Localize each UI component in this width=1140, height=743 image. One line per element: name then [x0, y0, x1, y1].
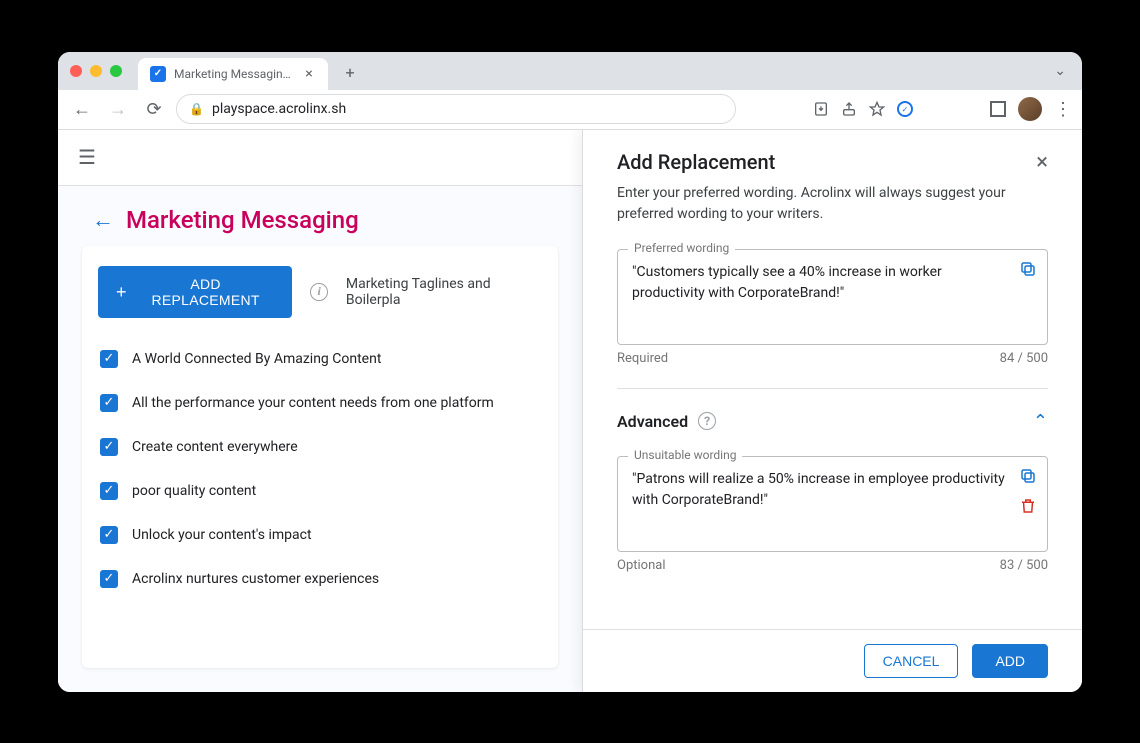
checkbox-icon[interactable]: ✓	[100, 394, 118, 412]
panel-header: Add Replacement ×	[617, 150, 1048, 175]
unsuitable-wording-meta: Optional 83 / 500	[617, 558, 1048, 573]
preferred-wording-field[interactable]: Preferred wording "Customers typically s…	[617, 249, 1048, 345]
card-toolbar: + ADD REPLACEMENT i Marketing Taglines a…	[98, 266, 542, 318]
browser-tab[interactable]: ✓ Marketing Messaging - Reuse ×	[138, 58, 328, 90]
help-icon[interactable]: ?	[698, 412, 716, 430]
content-area: ☰ ← Marketing Messaging + ADD REPLACEMEN…	[58, 130, 1082, 692]
bookmark-icon[interactable]	[869, 101, 885, 117]
tab-title: Marketing Messaging - Reuse	[174, 67, 294, 81]
checkbox-icon[interactable]: ✓	[100, 526, 118, 544]
list-item-label: Create content everywhere	[132, 439, 298, 455]
unsuitable-wording-legend: Unsuitable wording	[628, 448, 742, 462]
panel-title: Add Replacement	[617, 150, 775, 174]
panel-content: Add Replacement × Enter your preferred w…	[583, 130, 1082, 629]
more-menu-icon[interactable]: ⋮	[1054, 99, 1072, 120]
nav-reload-button[interactable]: ⟳	[140, 95, 168, 123]
unsuitable-wording-field[interactable]: Unsuitable wording "Patrons will realize…	[617, 456, 1048, 552]
back-arrow-icon[interactable]: ←	[92, 207, 114, 233]
toolbar-right: ⋮	[990, 97, 1072, 121]
checkbox-icon[interactable]: ✓	[100, 482, 118, 500]
copy-icon[interactable]	[1019, 467, 1037, 485]
preferred-wording-legend: Preferred wording	[628, 241, 735, 255]
list-item[interactable]: ✓ Create content everywhere	[100, 438, 540, 456]
panel-footer: CANCEL ADD	[583, 629, 1082, 692]
side-panel: Add Replacement × Enter your preferred w…	[582, 130, 1082, 692]
nav-back-button[interactable]: ←	[68, 95, 96, 123]
checkbox-icon[interactable]: ✓	[100, 570, 118, 588]
checkbox-icon[interactable]: ✓	[100, 438, 118, 456]
list-item-label: A World Connected By Amazing Content	[132, 351, 381, 367]
main-column: ☰ ← Marketing Messaging + ADD REPLACEMEN…	[58, 130, 582, 692]
preferred-counter: 84 / 500	[1000, 351, 1048, 366]
advanced-label: Advanced	[617, 412, 688, 431]
delete-icon[interactable]	[1019, 497, 1037, 515]
install-app-icon[interactable]	[813, 101, 829, 117]
replacement-list: ✓ A World Connected By Amazing Content ✓…	[98, 340, 542, 598]
tabs-chevron-icon[interactable]: ⌄	[1050, 59, 1070, 83]
omnibox-actions: ✓	[813, 101, 913, 117]
unsuitable-counter: 83 / 500	[1000, 558, 1048, 573]
info-text: Marketing Taglines and Boilerpla	[346, 276, 542, 308]
cancel-button[interactable]: CANCEL	[864, 644, 959, 678]
nav-forward-button[interactable]: →	[104, 95, 132, 123]
browser-window: ✓ Marketing Messaging - Reuse × + ⌄ ← → …	[58, 52, 1082, 692]
copy-icon[interactable]	[1019, 260, 1037, 278]
lock-icon: 🔒	[189, 102, 204, 116]
advanced-section-header[interactable]: Advanced ? ⌃	[617, 411, 1048, 432]
url-text: playspace.acrolinx.sh	[212, 101, 346, 117]
list-item[interactable]: ✓ poor quality content	[100, 482, 540, 500]
list-item-label: Acrolinx nurtures customer experiences	[132, 571, 379, 587]
preferred-wording-meta: Required 84 / 500	[617, 351, 1048, 366]
new-tab-button[interactable]: +	[336, 63, 364, 82]
page-header: ← Marketing Messaging	[58, 186, 582, 246]
side-panel-icon[interactable]	[990, 101, 1006, 117]
traffic-lights	[70, 65, 122, 77]
panel-description: Enter your preferred wording. Acrolinx w…	[617, 183, 1048, 225]
unsuitable-wording-value[interactable]: "Patrons will realize a 50% increase in …	[632, 469, 1033, 539]
list-item[interactable]: ✓ All the performance your content needs…	[100, 394, 540, 412]
list-item-label: All the performance your content needs f…	[132, 395, 494, 411]
list-item[interactable]: ✓ Unlock your content's impact	[100, 526, 540, 544]
preferred-hint: Required	[617, 351, 668, 366]
add-replacement-button[interactable]: + ADD REPLACEMENT	[98, 266, 292, 318]
add-replacement-label: ADD REPLACEMENT	[137, 276, 275, 308]
close-icon[interactable]: ×	[1036, 150, 1048, 175]
omnibox[interactable]: 🔒 playspace.acrolinx.sh	[176, 94, 736, 124]
preferred-wording-value[interactable]: "Customers typically see a 40% increase …	[632, 262, 1033, 332]
list-item-label: poor quality content	[132, 483, 256, 499]
main-card: + ADD REPLACEMENT i Marketing Taglines a…	[82, 246, 558, 668]
page-title: Marketing Messaging	[126, 206, 359, 234]
window-maximize-button[interactable]	[110, 65, 122, 77]
plus-icon: +	[116, 283, 127, 301]
info-icon[interactable]: i	[310, 283, 327, 301]
window-close-button[interactable]	[70, 65, 82, 77]
profile-avatar[interactable]	[1018, 97, 1042, 121]
checkbox-icon[interactable]: ✓	[100, 350, 118, 368]
unsuitable-hint: Optional	[617, 558, 665, 573]
favicon-icon: ✓	[150, 66, 166, 82]
add-button[interactable]: ADD	[972, 644, 1048, 678]
acrolinx-extension-icon[interactable]: ✓	[897, 101, 913, 117]
list-item[interactable]: ✓ A World Connected By Amazing Content	[100, 350, 540, 368]
list-item-label: Unlock your content's impact	[132, 527, 312, 543]
share-icon[interactable]	[841, 101, 857, 117]
chevron-up-icon[interactable]: ⌃	[1033, 411, 1048, 432]
window-minimize-button[interactable]	[90, 65, 102, 77]
tab-close-icon[interactable]: ×	[302, 67, 316, 81]
tab-bar: ✓ Marketing Messaging - Reuse × + ⌄	[58, 52, 1082, 90]
divider	[617, 388, 1048, 389]
app-topbar: ☰	[58, 130, 582, 186]
address-bar: ← → ⟳ 🔒 playspace.acrolinx.sh ✓ ⋮	[58, 90, 1082, 130]
list-item[interactable]: ✓ Acrolinx nurtures customer experiences	[100, 570, 540, 588]
hamburger-icon[interactable]: ☰	[78, 145, 96, 169]
